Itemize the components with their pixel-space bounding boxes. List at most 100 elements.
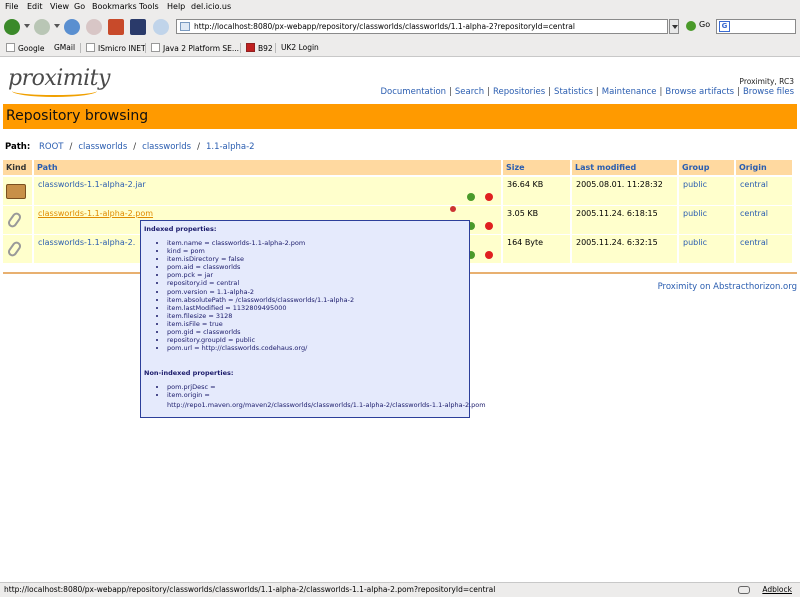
property-item: repository.groupId = public: [167, 336, 354, 344]
home-icon[interactable]: [108, 19, 124, 35]
nav-browse-files[interactable]: Browse files: [743, 87, 794, 97]
nav-search[interactable]: Search: [455, 87, 484, 97]
forward-history-caret-icon[interactable]: [54, 24, 60, 28]
delicious-icon[interactable]: [130, 19, 146, 35]
property-item: pom.prjDesc =: [167, 383, 216, 391]
property-item: item.name = classworlds-1.1-alpha-2.pom: [167, 239, 354, 247]
page-favicon-icon: [180, 22, 190, 31]
origin-cell: central: [736, 235, 792, 263]
kind-cell: [3, 235, 32, 263]
back-icon[interactable]: [4, 19, 20, 35]
nav-documentation[interactable]: Documentation: [381, 87, 447, 97]
nav-statistics[interactable]: Statistics: [554, 87, 593, 97]
google-search-icon[interactable]: G: [719, 21, 730, 32]
col-size-header[interactable]: Size: [503, 160, 570, 175]
nav-maintenance[interactable]: Maintenance: [602, 87, 657, 97]
property-item: repository.id = central: [167, 279, 354, 287]
menu-go[interactable]: Go: [74, 2, 85, 11]
breadcrumb-label: Path:: [5, 142, 31, 152]
bookmark-ismicro[interactable]: ISmicro INET: [86, 43, 146, 53]
menu-delicious[interactable]: del.icio.us: [191, 2, 231, 11]
group-cell: public: [679, 177, 734, 205]
indexed-properties-list: item.name = classworlds-1.1-alpha-2.pom …: [155, 239, 354, 352]
property-item: pom.aid = classworlds: [167, 263, 354, 271]
property-item: pom.gid = classworlds: [167, 328, 354, 336]
bookmark-b92[interactable]: B92: [246, 43, 273, 53]
group-cell: public: [679, 206, 734, 234]
adblock-icon[interactable]: [738, 586, 750, 594]
go-arrow-icon: [686, 21, 696, 31]
col-kind-header: Kind: [3, 160, 32, 175]
bookmark-gmail[interactable]: GMail: [54, 43, 75, 52]
property-item: item.origin =: [167, 391, 216, 399]
modified-cell: 2005.08.01. 11:28:32: [572, 177, 677, 205]
property-item: item.absolutePath = /classworlds/classwo…: [167, 296, 354, 304]
adblock-label[interactable]: Adblock: [762, 585, 792, 594]
nonindexed-properties-list: pom.prjDesc = item.origin =: [155, 383, 216, 399]
breadcrumb: Path: ROOT / classworlds / classworlds/1.1-a…: [5, 142, 255, 152]
url-bar[interactable]: http://localhost:8080/px-webapp/reposito…: [176, 19, 668, 34]
table-row: classworlds-1.1-alpha-2.jar 36.64 KB 200…: [3, 177, 792, 205]
bookmark-uk2[interactable]: UK2 Login: [281, 43, 319, 52]
file-link-hovered[interactable]: classworlds-1.1-alpha-2.pom: [38, 209, 153, 218]
group-link[interactable]: public: [683, 209, 707, 218]
menu-bookmarks[interactable]: Bookmarks: [92, 2, 137, 11]
tag-icon[interactable]: [153, 19, 169, 35]
origin-link[interactable]: central: [740, 238, 768, 247]
breadcrumb-version[interactable]: 1.1-alpha-2: [206, 142, 255, 152]
footer-abstracthorizon-link[interactable]: Proximity on Abstracthorizon.org: [658, 282, 797, 292]
origin-link[interactable]: central: [740, 180, 768, 189]
paperclip-icon: [6, 210, 23, 230]
menu-tools[interactable]: Tools: [139, 2, 159, 11]
file-link[interactable]: classworlds-1.1-alpha-2.: [38, 238, 135, 247]
delete-action-icon[interactable]: [485, 222, 493, 230]
forward-icon[interactable]: [34, 19, 50, 35]
page-banner: Repository browsing: [3, 104, 797, 129]
delete-action-icon[interactable]: [485, 251, 493, 259]
properties-tooltip: Indexed properties: item.name = classwor…: [140, 220, 486, 418]
delete-action-icon[interactable]: [485, 193, 493, 201]
modified-cell: 2005.11.24. 6:18:15: [572, 206, 677, 234]
file-link[interactable]: classworlds-1.1-alpha-2.jar: [38, 180, 146, 189]
menu-edit[interactable]: Edit: [27, 2, 43, 11]
origin-link[interactable]: central: [740, 209, 768, 218]
paperclip-icon: [6, 239, 23, 259]
indexed-properties-heading: Indexed properties:: [144, 225, 217, 233]
bookmark-google[interactable]: Google: [6, 43, 44, 53]
bookmark-separator: [80, 43, 81, 53]
kind-cell: [3, 206, 32, 234]
nav-repositories[interactable]: Repositories: [493, 87, 545, 97]
page-title: Repository browsing: [6, 108, 149, 124]
col-group-header[interactable]: Group: [679, 160, 734, 175]
breadcrumb-classworlds[interactable]: classworlds: [78, 142, 127, 152]
menu-bar: File Edit View Go Bookmarks Tools Help d…: [0, 0, 800, 14]
menu-view[interactable]: View: [50, 2, 69, 11]
info-action-icon[interactable]: [450, 206, 456, 212]
url-text[interactable]: http://localhost:8080/px-webapp/reposito…: [194, 22, 575, 31]
menu-file[interactable]: File: [5, 2, 18, 11]
col-path-header[interactable]: Path: [34, 160, 501, 175]
breadcrumb-classworlds-2[interactable]: classworlds: [142, 142, 191, 152]
col-modified-header[interactable]: Last modified: [572, 160, 677, 175]
reload-icon[interactable]: [64, 19, 80, 35]
version-label: Proximity, RC3: [739, 77, 794, 86]
bookmark-java2[interactable]: Java 2 Platform SE...: [151, 43, 239, 53]
nav-browse-artifacts[interactable]: Browse artifacts: [665, 87, 734, 97]
breadcrumb-root[interactable]: ROOT: [39, 142, 63, 152]
group-link[interactable]: public: [683, 238, 707, 247]
ismicro-icon: [86, 43, 95, 52]
stop-icon[interactable]: [86, 19, 102, 35]
b92-icon: [246, 43, 255, 52]
refresh-action-icon[interactable]: [467, 193, 475, 201]
bookmarks-toolbar: Google GMail ISmicro INET Java 2 Platfor…: [0, 40, 800, 57]
back-history-caret-icon[interactable]: [24, 24, 30, 28]
search-input[interactable]: G: [716, 19, 796, 34]
url-history-dropdown[interactable]: [669, 19, 679, 34]
group-link[interactable]: public: [683, 180, 707, 189]
property-item-continued: http://repo1.maven.org/maven2/classworld…: [167, 401, 486, 409]
property-item: pom.version = 1.1-alpha-2: [167, 288, 354, 296]
menu-help[interactable]: Help: [167, 2, 185, 11]
col-origin-header[interactable]: Origin: [736, 160, 792, 175]
origin-cell: central: [736, 206, 792, 234]
go-label: Go: [699, 20, 711, 29]
